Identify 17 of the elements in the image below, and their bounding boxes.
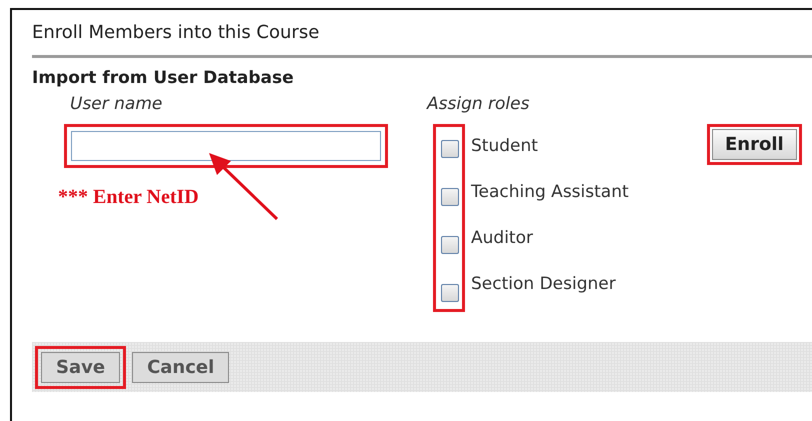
- checkbox[interactable]: [441, 188, 459, 206]
- section-heading: Import from User Database: [32, 68, 295, 88]
- checkbox[interactable]: [441, 140, 459, 158]
- annotation-text: *** Enter NetID: [58, 186, 200, 209]
- checkbox-label: Teaching Assistant: [471, 182, 629, 202]
- cancel-button[interactable]: Cancel: [132, 352, 230, 382]
- checkbox-label: Section Designer: [471, 274, 617, 294]
- checkbox[interactable]: [441, 236, 459, 254]
- input-field[interactable]: [71, 131, 381, 161]
- field-label: User name: [70, 94, 164, 116]
- checkbox-label: Student: [471, 136, 539, 156]
- checkbox-label: Auditor: [471, 228, 534, 248]
- checkbox[interactable]: [441, 284, 459, 302]
- field-label: Assign roles: [427, 94, 530, 116]
- enroll-button[interactable]: Enroll: [712, 129, 797, 160]
- dialog-title: Enroll Members into this Course: [32, 18, 812, 58]
- save-button[interactable]: Save: [41, 352, 120, 382]
